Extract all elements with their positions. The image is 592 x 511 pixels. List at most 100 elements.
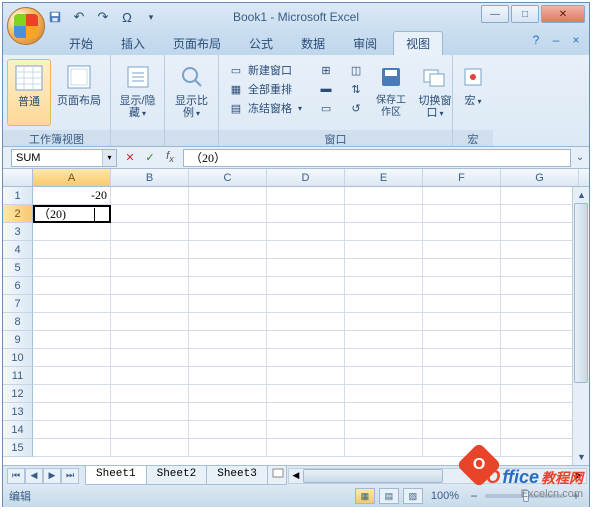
cell-A7[interactable]: [33, 295, 111, 313]
redo-icon[interactable]: ↷: [95, 9, 111, 25]
cell-A13[interactable]: [33, 403, 111, 421]
cell-D1[interactable]: [267, 187, 345, 205]
cell-D8[interactable]: [267, 313, 345, 331]
new-sheet-button[interactable]: [267, 466, 287, 485]
min-ribbon-icon[interactable]: –: [549, 33, 563, 47]
row-header-3[interactable]: 3: [3, 223, 33, 241]
cell-B13[interactable]: [111, 403, 189, 421]
reset-pos-button[interactable]: ↺: [345, 99, 367, 117]
row-header-4[interactable]: 4: [3, 241, 33, 259]
cell-E11[interactable]: [345, 367, 423, 385]
cell-E6[interactable]: [345, 277, 423, 295]
cell-B6[interactable]: [111, 277, 189, 295]
cell-G1[interactable]: [501, 187, 579, 205]
row-header-12[interactable]: 12: [3, 385, 33, 403]
row-header-15[interactable]: 15: [3, 439, 33, 457]
cell-E5[interactable]: [345, 259, 423, 277]
cell-A8[interactable]: [33, 313, 111, 331]
column-header-A[interactable]: A: [33, 169, 111, 186]
cell-G13[interactable]: [501, 403, 579, 421]
cell-C15[interactable]: [189, 439, 267, 457]
cell-B10[interactable]: [111, 349, 189, 367]
cell-A1[interactable]: -20: [33, 187, 111, 205]
cell-G6[interactable]: [501, 277, 579, 295]
cell-E13[interactable]: [345, 403, 423, 421]
cell-B8[interactable]: [111, 313, 189, 331]
minimize-button[interactable]: —: [481, 5, 509, 23]
cancel-icon[interactable]: ✕: [121, 149, 139, 167]
cell-A4[interactable]: [33, 241, 111, 259]
column-header-E[interactable]: E: [345, 169, 423, 186]
hide-button[interactable]: ▬: [315, 80, 337, 98]
cell-B1[interactable]: [111, 187, 189, 205]
cell-E7[interactable]: [345, 295, 423, 313]
tab-home[interactable]: 开始: [57, 32, 105, 55]
cell-D7[interactable]: [267, 295, 345, 313]
cell-E9[interactable]: [345, 331, 423, 349]
name-box[interactable]: SUM ▾: [11, 149, 117, 167]
cell-F10[interactable]: [423, 349, 501, 367]
expand-formula-icon[interactable]: ⌄: [571, 149, 589, 167]
freeze-panes-button[interactable]: ▤冻结窗格▾: [225, 99, 305, 117]
cell-G2[interactable]: [501, 205, 579, 223]
tab-formulas[interactable]: 公式: [237, 32, 285, 55]
cell-C8[interactable]: [189, 313, 267, 331]
zoom-slider[interactable]: [485, 494, 565, 498]
arrange-all-button[interactable]: ▦全部重排: [225, 80, 305, 98]
cell-D11[interactable]: [267, 367, 345, 385]
tab-data[interactable]: 数据: [289, 32, 337, 55]
cell-E1[interactable]: [345, 187, 423, 205]
cell-G8[interactable]: [501, 313, 579, 331]
cell-F14[interactable]: [423, 421, 501, 439]
cell-E15[interactable]: [345, 439, 423, 457]
row-header-1[interactable]: 1: [3, 187, 33, 205]
row-header-9[interactable]: 9: [3, 331, 33, 349]
last-sheet-icon[interactable]: ⏭: [61, 468, 79, 484]
sheet-tab-Sheet2[interactable]: Sheet2: [146, 466, 208, 485]
cell-D2[interactable]: [267, 205, 345, 223]
cell-B7[interactable]: [111, 295, 189, 313]
column-header-F[interactable]: F: [423, 169, 501, 186]
cell-D5[interactable]: [267, 259, 345, 277]
tab-review[interactable]: 审阅: [341, 32, 389, 55]
cell-F2[interactable]: [423, 205, 501, 223]
cell-D3[interactable]: [267, 223, 345, 241]
cell-G5[interactable]: [501, 259, 579, 277]
sheet-tab-Sheet3[interactable]: Sheet3: [206, 466, 268, 485]
split-button[interactable]: ⊞: [315, 61, 337, 79]
cell-B5[interactable]: [111, 259, 189, 277]
cell-A15[interactable]: [33, 439, 111, 457]
cell-C3[interactable]: [189, 223, 267, 241]
cell-A5[interactable]: [33, 259, 111, 277]
sync-scroll-button[interactable]: ⇅: [345, 80, 367, 98]
cell-C11[interactable]: [189, 367, 267, 385]
undo-icon[interactable]: ↶: [71, 9, 87, 25]
prev-sheet-icon[interactable]: ◀: [25, 468, 43, 484]
cell-F6[interactable]: [423, 277, 501, 295]
row-header-7[interactable]: 7: [3, 295, 33, 313]
cell-F4[interactable]: [423, 241, 501, 259]
cell-G9[interactable]: [501, 331, 579, 349]
cell-G15[interactable]: [501, 439, 579, 457]
help-icon[interactable]: ?: [529, 33, 543, 47]
hscroll-thumb[interactable]: [303, 469, 443, 483]
close-button[interactable]: ✕: [541, 5, 585, 23]
save-icon[interactable]: [47, 9, 63, 25]
office-button[interactable]: [7, 7, 45, 45]
cell-E10[interactable]: [345, 349, 423, 367]
column-header-B[interactable]: B: [111, 169, 189, 186]
cell-F12[interactable]: [423, 385, 501, 403]
cell-G4[interactable]: [501, 241, 579, 259]
cell-G3[interactable]: [501, 223, 579, 241]
cell-C14[interactable]: [189, 421, 267, 439]
column-header-G[interactable]: G: [501, 169, 579, 186]
sheet-tab-Sheet1[interactable]: Sheet1: [85, 466, 147, 485]
tab-view[interactable]: 视图: [393, 31, 443, 55]
maximize-button[interactable]: □: [511, 5, 539, 23]
cell-D13[interactable]: [267, 403, 345, 421]
zoom-out-icon[interactable]: −: [467, 489, 481, 503]
cell-E3[interactable]: [345, 223, 423, 241]
scroll-thumb[interactable]: [574, 203, 588, 383]
normal-view-button[interactable]: 普通: [7, 59, 51, 126]
first-sheet-icon[interactable]: ⏮: [7, 468, 25, 484]
